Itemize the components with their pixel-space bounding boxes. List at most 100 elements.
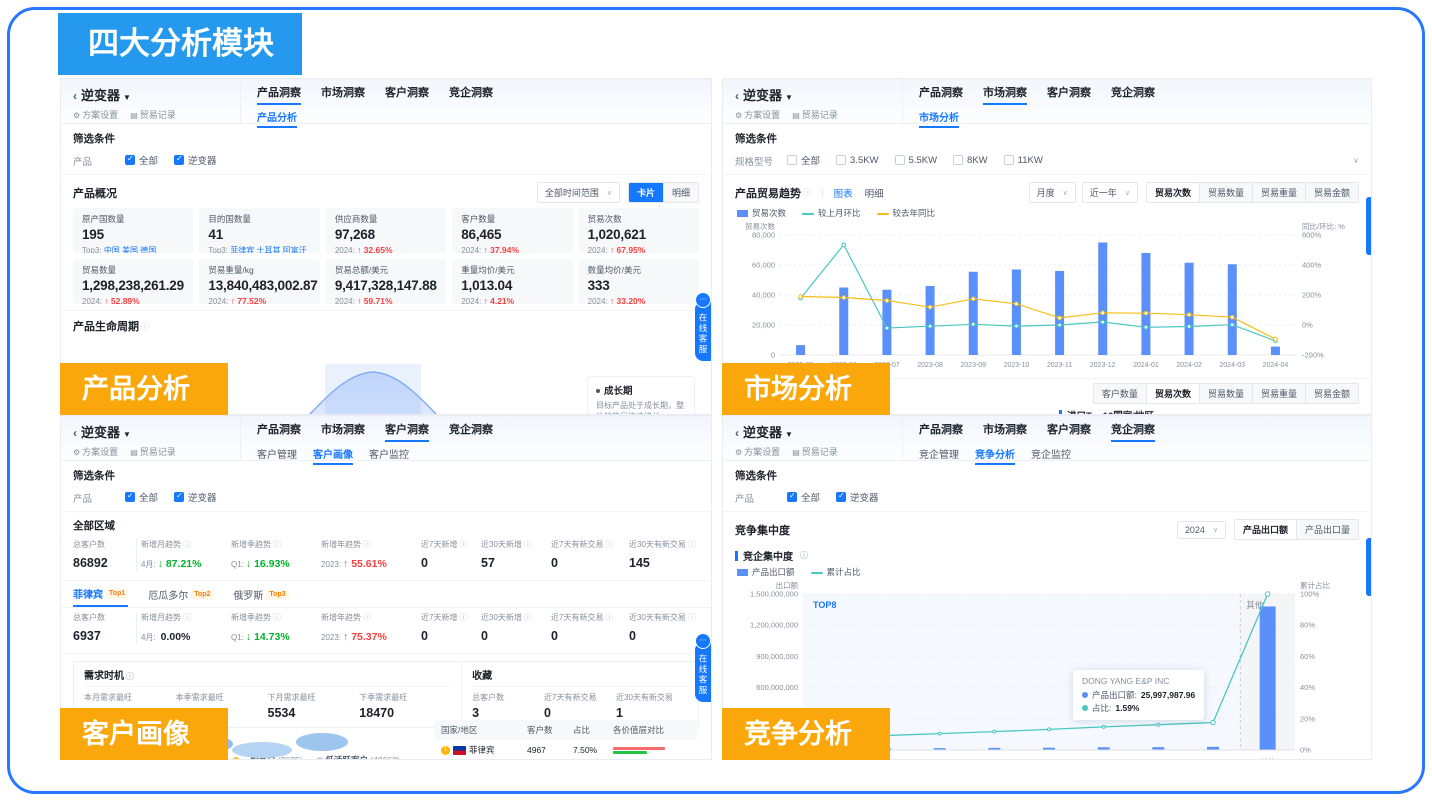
trade-records-link[interactable]: ▤贸易记录 <box>792 108 838 121</box>
main-tab[interactable]: 市场洞察 <box>983 421 1027 442</box>
info-icon[interactable]: ⓘ <box>183 540 191 549</box>
plan-settings-link[interactable]: ⚙方案设置 <box>73 445 118 458</box>
spec-checkbox[interactable]: 8KW <box>953 155 988 166</box>
table-row[interactable]: 1菲律宾 4967 7.50% <box>435 740 697 760</box>
info-icon[interactable]: ⓘ <box>688 613 696 622</box>
product-checkbox[interactable]: 全部 <box>125 153 158 167</box>
info-icon[interactable]: ⓘ <box>800 550 808 561</box>
main-tab[interactable]: 市场洞察 <box>321 421 365 442</box>
info-icon[interactable]: ⓘ <box>605 540 613 549</box>
sub-tab[interactable]: 竞争分析 <box>975 446 1015 465</box>
main-tab[interactable]: 客户洞察 <box>1047 84 1091 105</box>
checkbox-box[interactable] <box>125 492 135 502</box>
legend-item[interactable]: 产品出口额 <box>737 566 795 578</box>
info-icon[interactable]: ⓘ <box>363 540 371 549</box>
trade-records-link[interactable]: ▤贸易记录 <box>792 445 838 458</box>
product-checkbox[interactable]: 逆变器 <box>174 490 217 504</box>
legend-item[interactable]: 累计占比 <box>811 566 861 578</box>
metric-toggle[interactable]: 贸易次数 <box>1146 384 1199 403</box>
sub-tab[interactable]: 市场分析 <box>919 109 959 128</box>
trade-records-link[interactable]: ▤贸易记录 <box>130 108 176 121</box>
country-tab[interactable]: 厄瓜多尔Top2 <box>148 586 213 607</box>
time-range-select[interactable]: 全部时间范围∨ <box>537 182 620 203</box>
view-toggle[interactable]: 卡片 <box>629 183 663 202</box>
info-icon[interactable]: ⓘ <box>605 613 613 622</box>
back-icon[interactable]: ‹ <box>73 89 77 103</box>
metric-toggle[interactable]: 贸易次数 <box>1147 183 1199 202</box>
info-icon[interactable]: ⓘ <box>688 540 696 549</box>
info-icon[interactable]: ⓘ <box>141 321 149 332</box>
product-checkbox[interactable]: 全部 <box>125 490 158 504</box>
online-service-button[interactable]: ⋯ 在线客服 <box>695 301 711 361</box>
plan-title[interactable]: 逆变器 <box>81 88 120 103</box>
chart-view-tab[interactable]: 明细 <box>865 186 884 200</box>
online-service-button-clipped[interactable] <box>1366 197 1371 255</box>
metric-toggle[interactable]: 贸易数量 <box>1199 183 1252 202</box>
spec-checkbox[interactable]: 全部 <box>787 153 820 167</box>
main-tab[interactable]: 产品洞察 <box>919 421 963 442</box>
legend-item[interactable]: 贸易次数 <box>737 207 786 219</box>
checkbox-box[interactable] <box>174 155 184 165</box>
info-icon[interactable]: ⓘ <box>459 613 467 622</box>
info-icon[interactable]: ⓘ <box>183 613 191 622</box>
sub-tab[interactable]: 客户画像 <box>313 446 353 465</box>
collapse-chevron-icon[interactable]: ∨ <box>1353 156 1359 165</box>
plan-title[interactable]: 逆变器 <box>81 425 120 440</box>
main-tab[interactable]: 市场洞察 <box>321 84 365 105</box>
top3-links[interactable]: 中国 美国 德国 <box>104 246 156 253</box>
legend-item[interactable]: 较去年同比 <box>877 207 936 219</box>
sub-tab[interactable]: 竞企监控 <box>1031 446 1071 465</box>
checkbox-box[interactable] <box>787 492 797 502</box>
main-tab[interactable]: 竞企洞察 <box>1111 421 1155 442</box>
metric-toggle[interactable]: 贸易金额 <box>1305 183 1358 202</box>
legend-item[interactable]: 较上月环比 <box>802 207 861 219</box>
caret-down-icon[interactable]: ▼ <box>123 93 131 102</box>
metric-toggle[interactable]: 客户数量 <box>1094 384 1146 403</box>
main-tab[interactable]: 竞企洞察 <box>449 421 493 442</box>
product-checkbox[interactable]: 逆变器 <box>836 490 879 504</box>
period-select[interactable]: 月度∨ <box>1029 182 1076 203</box>
checkbox-box[interactable] <box>836 492 846 502</box>
caret-down-icon[interactable]: ▼ <box>785 93 793 102</box>
plan-settings-link[interactable]: ⚙方案设置 <box>735 445 780 458</box>
sub-tab[interactable]: 产品分析 <box>257 109 297 128</box>
checkbox-box[interactable] <box>174 492 184 502</box>
chart-view-tab[interactable]: 图表 <box>834 186 853 200</box>
checkbox-box[interactable] <box>125 155 135 165</box>
online-service-button[interactable]: ⋯ 在线客服 <box>695 642 711 702</box>
caret-down-icon[interactable]: ▼ <box>123 430 131 439</box>
product-checkbox[interactable]: 全部 <box>787 490 820 504</box>
back-icon[interactable]: ‹ <box>73 426 77 440</box>
caret-down-icon[interactable]: ▼ <box>785 430 793 439</box>
checkbox-box[interactable] <box>895 155 905 165</box>
country-tab[interactable]: 菲律宾Top1 <box>73 586 128 607</box>
info-icon[interactable]: ⓘ <box>803 187 811 198</box>
info-icon[interactable]: ⓘ <box>524 540 532 549</box>
plan-title[interactable]: 逆变器 <box>743 88 782 103</box>
sub-tab[interactable]: 客户监控 <box>369 446 409 465</box>
plan-settings-link[interactable]: ⚙方案设置 <box>735 108 780 121</box>
info-icon[interactable]: ⓘ <box>524 613 532 622</box>
metric-toggle[interactable]: 贸易数量 <box>1199 384 1252 403</box>
back-icon[interactable]: ‹ <box>735 426 739 440</box>
spec-checkbox[interactable]: 11KW <box>1004 155 1043 166</box>
info-icon[interactable]: ⓘ <box>459 540 467 549</box>
spec-checkbox[interactable]: 3.5KW <box>836 155 879 166</box>
main-tab[interactable]: 市场洞察 <box>983 84 1027 105</box>
checkbox-box[interactable] <box>953 155 963 165</box>
info-icon[interactable]: ⓘ <box>273 540 281 549</box>
year-select[interactable]: 2024∨ <box>1177 521 1226 539</box>
period-select[interactable]: 近一年∨ <box>1082 182 1138 203</box>
online-service-button-clipped[interactable] <box>1366 538 1371 596</box>
spec-checkbox[interactable]: 5.5KW <box>895 155 938 166</box>
plan-settings-link[interactable]: ⚙方案设置 <box>73 108 118 121</box>
main-tab[interactable]: 客户洞察 <box>1047 421 1091 442</box>
main-tab[interactable]: 产品洞察 <box>257 421 301 442</box>
main-tab[interactable]: 产品洞察 <box>919 84 963 105</box>
top3-links[interactable]: 菲律宾 土耳其 阿富汗 <box>230 246 306 253</box>
main-tab[interactable]: 客户洞察 <box>385 421 429 442</box>
sub-tab[interactable]: 客户管理 <box>257 446 297 465</box>
metric-toggle[interactable]: 产品出口额 <box>1235 520 1296 539</box>
info-icon[interactable]: ⓘ <box>126 672 134 681</box>
sub-tab[interactable]: 竞企管理 <box>919 446 959 465</box>
